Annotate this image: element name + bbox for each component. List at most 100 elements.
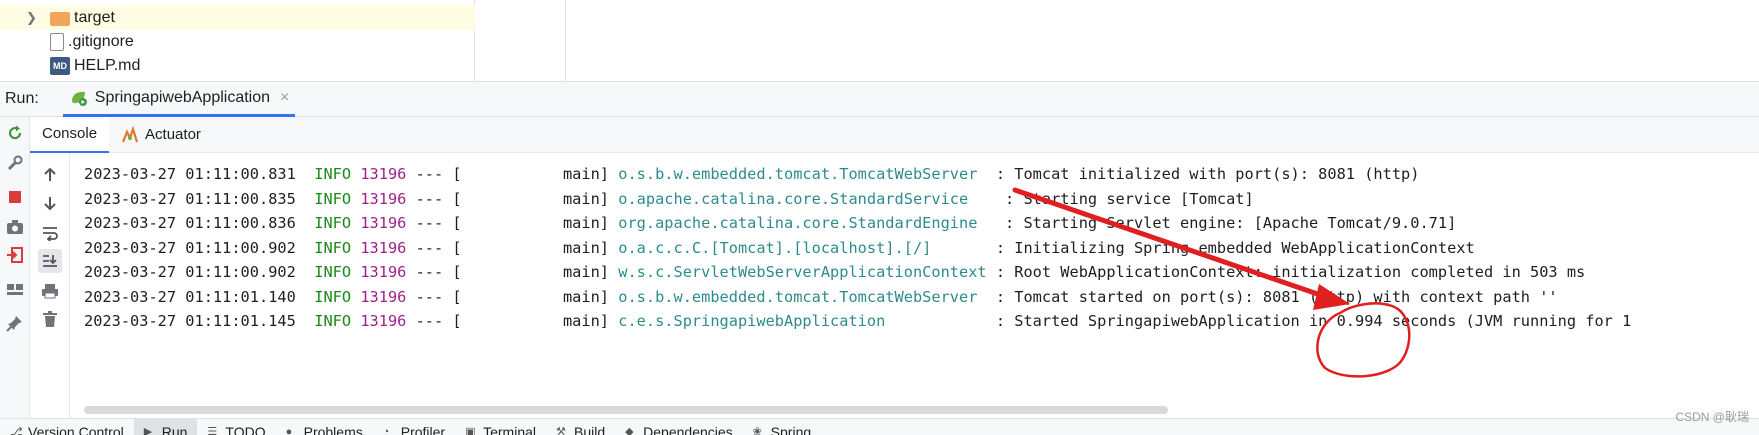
log-logger[interactable]: w.s.c.ServletWebServerApplicationContext: [618, 263, 986, 281]
version-control-icon: ⎇: [10, 426, 23, 435]
log-thread: main]: [461, 165, 610, 183]
log-line: 2023-03-27 01:11:00.902 INFO 13196 --- […: [84, 237, 1475, 259]
tree-item-help-md[interactable]: MD HELP.md: [0, 53, 475, 78]
scroll-to-end-icon[interactable]: [38, 249, 62, 273]
tool-problems[interactable]: ● Problems: [276, 419, 373, 435]
wrench-icon[interactable]: [5, 153, 25, 173]
log-timestamp: 2023-03-27 01:11:00.902: [84, 239, 296, 257]
tree-item-label: .gitignore: [68, 32, 134, 50]
tool-dependencies[interactable]: ◆ Dependencies: [615, 419, 743, 435]
run-tab-springapiwebapplication[interactable]: SpringapiwebApplication ×: [62, 81, 296, 117]
dependencies-icon: ◆: [625, 426, 634, 435]
editor-gutter: [475, 0, 566, 81]
tool-terminal[interactable]: ▣ Terminal: [455, 419, 546, 435]
tree-item-gitignore[interactable]: .gitignore: [0, 29, 475, 54]
terminal-icon: ▣: [465, 426, 476, 435]
run-icon: ▶: [143, 426, 153, 435]
log-separator: --- [: [415, 288, 462, 306]
arrow-up-icon[interactable]: [40, 165, 60, 185]
tab-label: Console: [42, 125, 98, 142]
tree-item-label: target: [74, 8, 115, 26]
tool-label: Spring: [770, 424, 812, 435]
problems-icon: ●: [285, 426, 293, 435]
log-pid: 13196: [360, 312, 407, 330]
log-level: INFO: [314, 239, 352, 257]
log-pid: 13196: [360, 190, 407, 208]
tool-spring[interactable]: ❀ Spring: [743, 419, 821, 435]
stop-icon[interactable]: [5, 187, 25, 207]
run-left-toolbar: [0, 117, 30, 435]
log-thread: main]: [461, 214, 610, 232]
tab-console[interactable]: Console: [30, 116, 110, 153]
login-icon[interactable]: [5, 245, 25, 265]
log-message: : Root WebApplicationContext: initializa…: [986, 263, 1586, 281]
tool-todo[interactable]: ☰ TODO: [197, 419, 275, 435]
log-logger[interactable]: c.e.s.SpringapiwebApplication: [618, 312, 986, 330]
log-pid: 13196: [360, 165, 407, 183]
log-line: 2023-03-27 01:11:00.831 INFO 13196 --- […: [84, 163, 1419, 185]
tool-label: Run: [161, 424, 188, 435]
log-message: : Started SpringapiwebApplication in 0.9…: [986, 312, 1632, 330]
log-level: INFO: [314, 190, 352, 208]
log-line: 2023-03-27 01:11:01.140 INFO 13196 --- […: [84, 286, 1558, 308]
tool-label: Build: [574, 424, 606, 435]
folder-icon: [50, 11, 70, 26]
tool-version-control[interactable]: ⎇ Version Control: [0, 419, 134, 435]
tab-actuator[interactable]: Actuator: [109, 117, 213, 153]
pin-icon[interactable]: [5, 313, 25, 333]
file-icon: [50, 32, 64, 51]
log-pid: 13196: [360, 214, 407, 232]
log-pid: 13196: [360, 239, 407, 257]
log-thread: main]: [461, 190, 610, 208]
log-timestamp: 2023-03-27 01:11:01.145: [84, 312, 296, 330]
log-line: 2023-03-27 01:11:00.835 INFO 13196 --- […: [84, 188, 1254, 210]
log-logger[interactable]: o.s.b.w.embedded.tomcat.TomcatWebServer: [618, 288, 986, 306]
log-logger[interactable]: o.a.c.c.C.[Tomcat].[localhost].[/]: [618, 239, 986, 257]
log-logger[interactable]: org.apache.catalina.core.StandardEngine: [618, 214, 996, 232]
tool-run[interactable]: ▶ Run: [133, 419, 198, 435]
tool-profiler[interactable]: ◔ Profiler: [373, 419, 455, 435]
log-level: INFO: [314, 288, 352, 306]
project-tree-pane: ❯ target .gitignore MD HELP.md: [0, 0, 475, 81]
rerun-icon[interactable]: [5, 123, 25, 143]
tool-window-bar: ⎇ Version Control ▶ Run ☰ TODO ● Problems ◔ P…: [0, 418, 1759, 435]
log-message: : Tomcat initialized with port(s): 8081 …: [986, 165, 1420, 183]
log-logger[interactable]: o.s.b.w.embedded.tomcat.TomcatWebServer: [618, 165, 986, 183]
log-separator: --- [: [415, 214, 462, 232]
layout-icon[interactable]: [5, 279, 25, 299]
profiler-icon: ◔: [382, 426, 390, 435]
horizontal-scrollbar[interactable]: [84, 406, 1168, 414]
run-toolwindow-header: Run: SpringapiwebApplication ×: [0, 81, 1759, 117]
console-output[interactable]: 2023-03-27 01:11:00.831 INFO 13196 --- […: [70, 153, 1759, 408]
log-line: 2023-03-27 01:11:01.145 INFO 13196 --- […: [84, 310, 1631, 332]
log-line: 2023-03-27 01:11:00.836 INFO 13196 --- […: [84, 212, 1456, 234]
log-level: INFO: [314, 312, 352, 330]
log-level: INFO: [314, 165, 352, 183]
log-logger[interactable]: o.apache.catalina.core.StandardService: [618, 190, 996, 208]
markdown-file-icon: MD: [50, 56, 70, 75]
log-message: : Initializing Spring embedded WebApplic…: [986, 239, 1475, 257]
log-line: 2023-03-27 01:11:00.902 INFO 13196 --- […: [84, 261, 1585, 283]
log-timestamp: 2023-03-27 01:11:00.831: [84, 165, 296, 183]
log-thread: main]: [461, 288, 610, 306]
log-separator: --- [: [415, 263, 462, 281]
log-pid: 13196: [360, 263, 407, 281]
chevron-right-icon[interactable]: ❯: [26, 10, 40, 26]
log-timestamp: 2023-03-27 01:11:00.836: [84, 214, 296, 232]
log-thread: main]: [461, 312, 610, 330]
tab-label: Actuator: [145, 126, 201, 143]
log-timestamp: 2023-03-27 01:11:00.902: [84, 263, 296, 281]
log-separator: --- [: [415, 165, 462, 183]
watermark: CSDN @耿瑞: [1675, 410, 1749, 424]
spring-icon: ❀: [752, 426, 762, 435]
tool-build[interactable]: ⚒ Build: [546, 419, 615, 435]
arrow-down-icon[interactable]: [40, 193, 60, 213]
close-icon[interactable]: ×: [280, 89, 289, 107]
tree-item-target[interactable]: ❯ target: [0, 5, 475, 30]
actuator-icon: [122, 125, 139, 142]
camera-icon[interactable]: [5, 217, 25, 237]
trash-icon[interactable]: [40, 309, 60, 329]
print-icon[interactable]: [40, 281, 60, 301]
soft-wrap-icon[interactable]: [40, 223, 60, 243]
console-toolbar: [30, 153, 70, 435]
